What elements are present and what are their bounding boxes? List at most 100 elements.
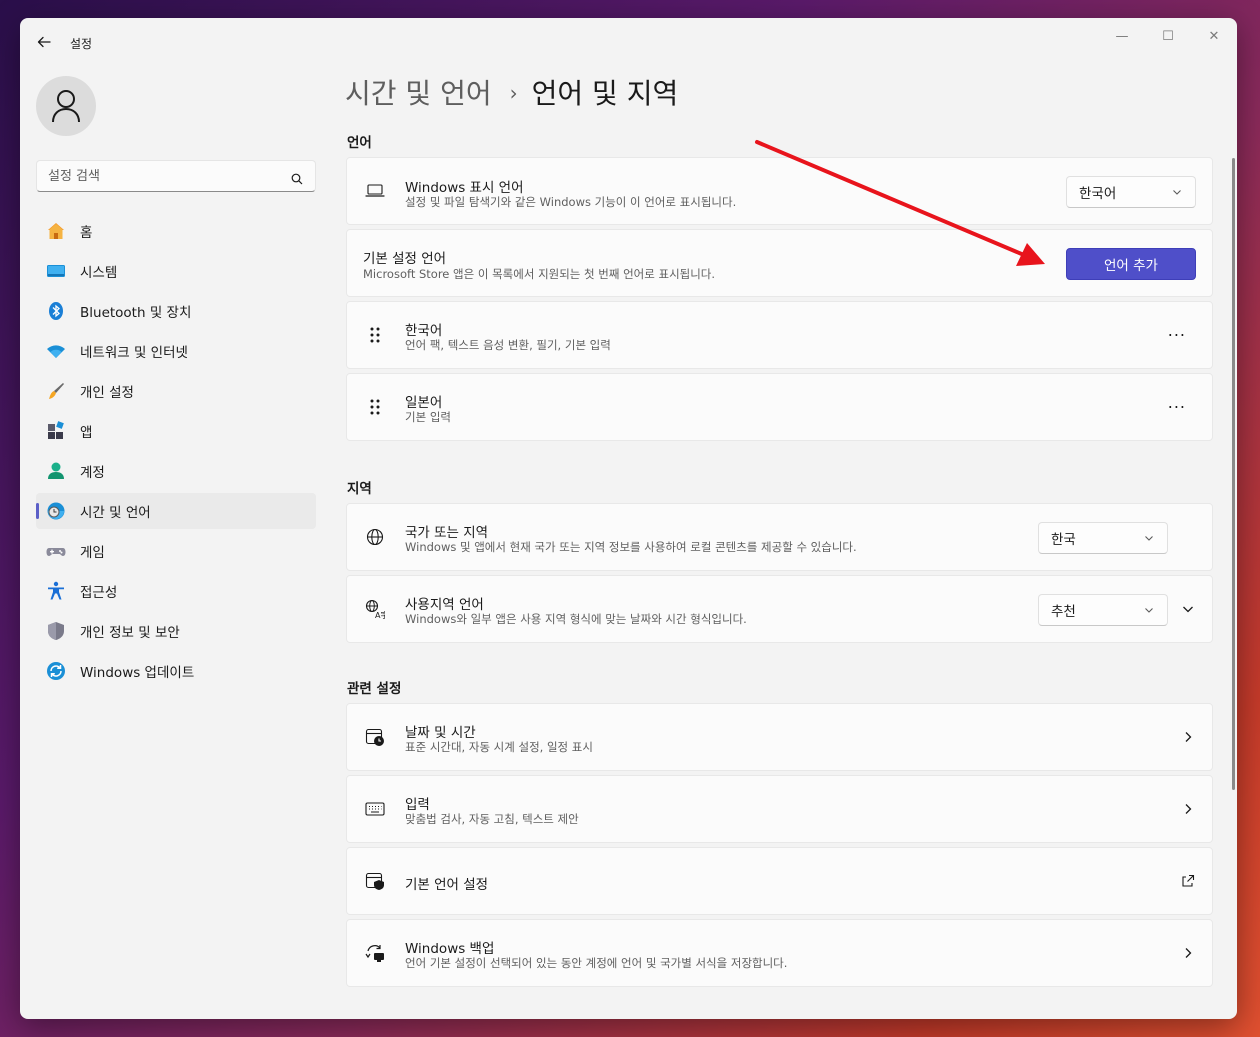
svg-text:A字: A字 [375, 610, 385, 619]
search-input[interactable] [37, 161, 277, 191]
laptop-icon [365, 181, 385, 201]
back-button[interactable] [34, 32, 54, 52]
expand-chevron-icon[interactable] [1180, 601, 1196, 617]
card-title: 일본어 [405, 395, 443, 411]
apps-icon [46, 421, 66, 441]
shield-icon [46, 621, 66, 641]
sidebar-item-apps[interactable]: 앱 [36, 413, 316, 449]
sidebar-item-accounts[interactable]: 계정 [36, 453, 316, 489]
card-description: Microsoft Store 앱은 이 목록에서 지원되는 첫 번째 언어로 … [363, 267, 716, 281]
card-title: Windows 백업 [405, 941, 495, 957]
sidebar-item-label: 계정 [80, 465, 105, 481]
sidebar-nav: 홈 시스템 Bluetooth 및 장치 네트워크 및 인터넷 개인 설정 앱 … [36, 213, 316, 693]
card-description: 언어 기본 설정이 선택되어 있는 동안 계정에 언어 및 국가별 서식을 저장… [405, 956, 788, 970]
card-title: 날짜 및 시간 [405, 725, 476, 741]
drag-handle-icon[interactable] [365, 325, 385, 345]
update-icon [46, 661, 66, 681]
search-icon[interactable] [291, 170, 303, 189]
globe-icon [365, 527, 385, 547]
card-title: 한국어 [405, 323, 443, 339]
regional-format-dropdown[interactable]: 추천 [1038, 594, 1168, 626]
drag-handle-icon[interactable] [365, 397, 385, 417]
sidebar-item-system[interactable]: 시스템 [36, 253, 316, 289]
regional-format-card[interactable]: A字 사용지역 언어 Windows와 일부 앱은 사용 지역 형식에 맞는 날… [346, 575, 1213, 643]
maximize-button[interactable]: ☐ [1153, 26, 1183, 46]
bluetooth-icon [46, 301, 66, 321]
sidebar-item-time-language[interactable]: 시간 및 언어 [36, 493, 316, 529]
related-date-time-card[interactable]: 날짜 및 시간 표준 시간대, 자동 시계 설정, 일정 표시 [346, 703, 1213, 771]
windows-display-language-card: Windows 표시 언어 설정 및 파일 탐색기와 같은 Windows 기능… [346, 157, 1213, 225]
breadcrumb: 시간 및 언어 › 언어 및 지역 [345, 72, 678, 112]
card-description: 맞춤법 검사, 자동 고침, 텍스트 제안 [405, 812, 579, 826]
sidebar-item-label: 홈 [80, 225, 93, 241]
chevron-right-icon [1180, 801, 1196, 817]
card-description: 언어 팩, 텍스트 음성 변환, 필기, 기본 입력 [405, 338, 611, 352]
scrollbar[interactable] [1232, 158, 1235, 790]
sidebar-item-gaming[interactable]: 게임 [36, 533, 316, 569]
close-button[interactable]: ✕ [1199, 26, 1229, 46]
back-arrow-icon [37, 36, 51, 48]
sidebar-item-label: Bluetooth 및 장치 [80, 305, 192, 321]
accessibility-icon [46, 581, 66, 601]
card-description: 표준 시간대, 자동 시계 설정, 일정 표시 [405, 740, 593, 754]
external-link-icon [1180, 873, 1196, 889]
section-title-related: 관련 설정 [347, 681, 402, 697]
home-icon [46, 221, 66, 241]
sidebar-item-network[interactable]: 네트워크 및 인터넷 [36, 333, 316, 369]
sidebar-item-label: 시스템 [80, 265, 118, 281]
card-description: Windows 및 앱에서 현재 국가 또는 지역 정보를 사용하여 로컬 콘텐… [405, 540, 857, 554]
minimize-button[interactable]: — [1107, 26, 1137, 46]
preferred-languages-card: 기본 설정 언어 Microsoft Store 앱은 이 목록에서 지원되는 … [346, 229, 1213, 297]
backup-icon [365, 943, 385, 963]
sidebar-item-label: 개인 정보 및 보안 [80, 625, 180, 641]
breadcrumb-separator: › [509, 81, 518, 105]
card-title: 입력 [405, 797, 430, 813]
more-options-button[interactable]: ··· [1168, 398, 1186, 417]
more-options-button[interactable]: ··· [1168, 326, 1186, 345]
system-icon [46, 261, 66, 281]
sidebar-item-label: 게임 [80, 545, 105, 561]
app-title: 설정 [70, 37, 93, 51]
chevron-down-icon [1143, 532, 1155, 548]
sidebar-item-label: 접근성 [80, 585, 118, 601]
breadcrumb-parent[interactable]: 시간 및 언어 [345, 72, 492, 112]
brush-icon [46, 381, 66, 401]
card-title: 기본 언어 설정 [405, 877, 489, 893]
sidebar-item-accessibility[interactable]: 접근성 [36, 573, 316, 609]
sidebar-item-privacy[interactable]: 개인 정보 및 보안 [36, 613, 316, 649]
section-title-language: 언어 [347, 135, 372, 151]
related-admin-language-card[interactable]: 기본 언어 설정 [346, 847, 1213, 915]
language-item-korean: 한국어 언어 팩, 텍스트 음성 변환, 필기, 기본 입력 ··· [346, 301, 1213, 369]
admin-language-icon [365, 871, 385, 891]
display-language-dropdown[interactable]: 한국어 [1066, 176, 1196, 208]
chevron-down-icon [1171, 186, 1183, 202]
sidebar-item-windows-update[interactable]: Windows 업데이트 [36, 653, 316, 689]
card-title: 사용지역 언어 [405, 597, 484, 613]
language-item-japanese: 일본어 기본 입력 ··· [346, 373, 1213, 441]
sidebar-item-label: 앱 [80, 425, 93, 441]
time-language-icon [46, 501, 66, 521]
related-windows-backup-card[interactable]: Windows 백업 언어 기본 설정이 선택되어 있는 동안 계정에 언어 및… [346, 919, 1213, 987]
section-title-region: 지역 [347, 481, 372, 497]
sidebar-item-home[interactable]: 홈 [36, 213, 316, 249]
chevron-right-icon [1180, 945, 1196, 961]
chevron-down-icon [1143, 604, 1155, 620]
card-title: 기본 설정 언어 [363, 251, 447, 267]
sidebar-item-personalization[interactable]: 개인 설정 [36, 373, 316, 409]
gamepad-icon [46, 541, 66, 561]
card-description: 기본 입력 [405, 410, 451, 424]
avatar[interactable] [36, 76, 96, 136]
chevron-right-icon [1180, 729, 1196, 745]
dropdown-value: 추천 [1051, 604, 1076, 620]
sidebar-item-bluetooth[interactable]: Bluetooth 및 장치 [36, 293, 316, 329]
title-bar: 설정 — ☐ ✕ [20, 18, 1237, 66]
country-dropdown[interactable]: 한국 [1038, 522, 1168, 554]
add-language-button[interactable]: 언어 추가 [1066, 248, 1196, 280]
related-typing-card[interactable]: 입력 맞춤법 검사, 자동 고침, 텍스트 제안 [346, 775, 1213, 843]
card-description: 설정 및 파일 탐색기와 같은 Windows 기능이 이 언어로 표시됩니다. [405, 195, 737, 209]
wifi-icon [46, 341, 66, 361]
sidebar-item-label: 개인 설정 [80, 385, 134, 401]
dropdown-value: 한국어 [1079, 186, 1117, 202]
account-icon [46, 461, 66, 481]
sidebar-item-label: 시간 및 언어 [80, 505, 151, 521]
